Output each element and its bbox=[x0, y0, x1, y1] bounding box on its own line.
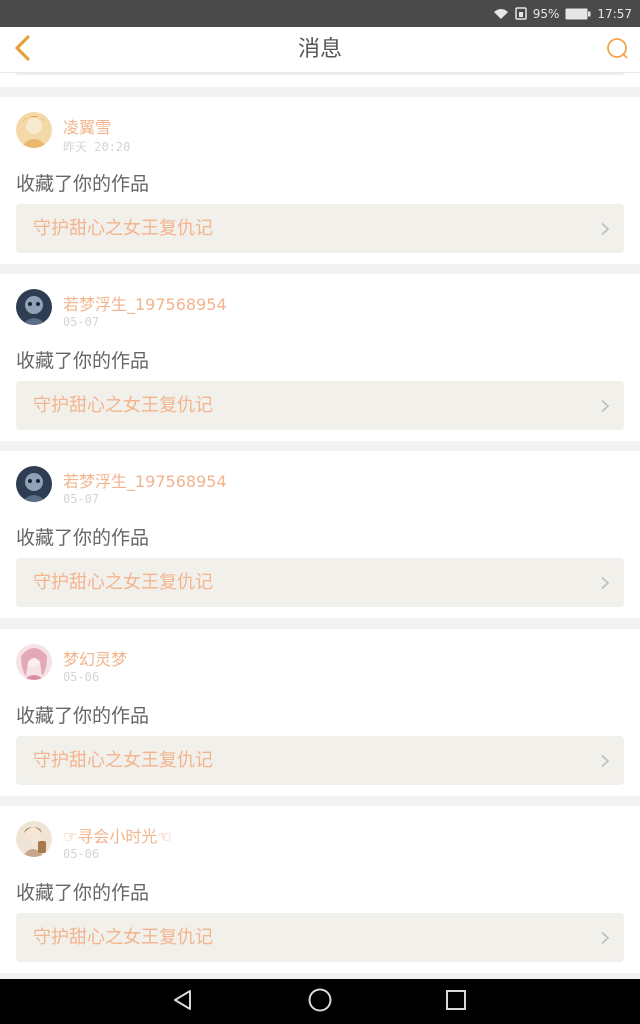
work-title: 守护甜心之女王复仇记 bbox=[33, 927, 213, 948]
chevron-right-icon bbox=[600, 398, 610, 413]
chevron-right-icon bbox=[600, 221, 610, 236]
message-text: 收藏了你的作品 bbox=[16, 173, 150, 195]
message-text: 收藏了你的作品 bbox=[16, 705, 150, 727]
username[interactable]: 若梦浮生_197568954 bbox=[63, 468, 227, 492]
triangle-back-icon bbox=[171, 988, 195, 1016]
square-recents-icon bbox=[444, 988, 468, 1016]
page-title: 消息 bbox=[297, 37, 342, 62]
avatar[interactable] bbox=[16, 112, 52, 148]
status-icons: 95% 17:57 bbox=[493, 0, 632, 27]
battery-percent: 95% bbox=[532, 6, 560, 21]
chevron-right-icon bbox=[600, 930, 610, 945]
sim-icon bbox=[514, 7, 527, 20]
avatar[interactable] bbox=[16, 289, 52, 325]
message-time: 05-07 bbox=[63, 315, 100, 329]
username[interactable]: 凌翼雪 bbox=[63, 114, 111, 138]
avatar[interactable] bbox=[16, 466, 52, 502]
chat-bubble-icon bbox=[605, 36, 629, 64]
avatar[interactable] bbox=[16, 644, 52, 680]
wifi-icon bbox=[493, 8, 509, 20]
status-bar: 95% 17:57 bbox=[0, 0, 640, 27]
work-link[interactable]: 守护甜心之女王复仇记 bbox=[16, 736, 624, 785]
nav-recents-button[interactable] bbox=[441, 987, 471, 1017]
work-link[interactable]: 守护甜心之女王复仇记 bbox=[16, 381, 624, 430]
message-time: 05-06 bbox=[63, 670, 100, 684]
message-card: 若梦浮生_197568954 05-07 收藏了你的作品 守护甜心之女王复仇记 bbox=[0, 274, 640, 441]
message-text: 收藏了你的作品 bbox=[16, 527, 150, 549]
message-time: 05-06 bbox=[63, 847, 100, 861]
work-title: 守护甜心之女王复仇记 bbox=[33, 750, 213, 771]
message-list[interactable]: 凌翼雪 昨天 20:20 收藏了你的作品 守护甜心之女王复仇记 若梦浮生_197… bbox=[0, 73, 640, 979]
app-header: 消息 bbox=[0, 27, 640, 73]
chat-button[interactable] bbox=[602, 35, 632, 65]
work-title: 守护甜心之女王复仇记 bbox=[33, 395, 213, 416]
message-card: ☞寻会小时光☜ 05-06 收藏了你的作品 守护甜心之女王复仇记 bbox=[0, 806, 640, 973]
message-time: 05-07 bbox=[63, 492, 100, 506]
message-time: 昨天 20:20 bbox=[63, 140, 131, 154]
message-text: 收藏了你的作品 bbox=[16, 882, 150, 904]
battery-icon bbox=[565, 8, 591, 20]
message-card: 若梦浮生_197568954 05-07 收藏了你的作品 守护甜心之女王复仇记 bbox=[0, 451, 640, 618]
nav-back-button[interactable] bbox=[168, 987, 198, 1017]
work-link[interactable]: 守护甜心之女王复仇记 bbox=[16, 913, 624, 962]
avatar[interactable] bbox=[16, 821, 52, 857]
chevron-right-icon bbox=[600, 753, 610, 768]
work-link[interactable]: 守护甜心之女王复仇记 bbox=[16, 558, 624, 607]
clock: 17:57 bbox=[597, 6, 632, 21]
system-nav-bar bbox=[0, 979, 640, 1024]
chevron-right-icon bbox=[600, 575, 610, 590]
message-card: 梦幻灵梦 05-06 收藏了你的作品 守护甜心之女王复仇记 bbox=[0, 629, 640, 796]
username[interactable]: ☞寻会小时光☜ bbox=[63, 823, 172, 847]
nav-home-button[interactable] bbox=[305, 987, 335, 1017]
work-title: 守护甜心之女王复仇记 bbox=[33, 572, 213, 593]
message-card: 凌翼雪 昨天 20:20 收藏了你的作品 守护甜心之女王复仇记 bbox=[0, 97, 640, 264]
username[interactable]: 梦幻灵梦 bbox=[63, 646, 127, 670]
username[interactable]: 若梦浮生_197568954 bbox=[63, 291, 227, 315]
circle-home-icon bbox=[307, 987, 333, 1017]
work-link[interactable]: 守护甜心之女王复仇记 bbox=[16, 204, 624, 253]
previous-card-stub bbox=[0, 73, 640, 87]
message-text: 收藏了你的作品 bbox=[16, 350, 150, 372]
work-title: 守护甜心之女王复仇记 bbox=[33, 218, 213, 239]
